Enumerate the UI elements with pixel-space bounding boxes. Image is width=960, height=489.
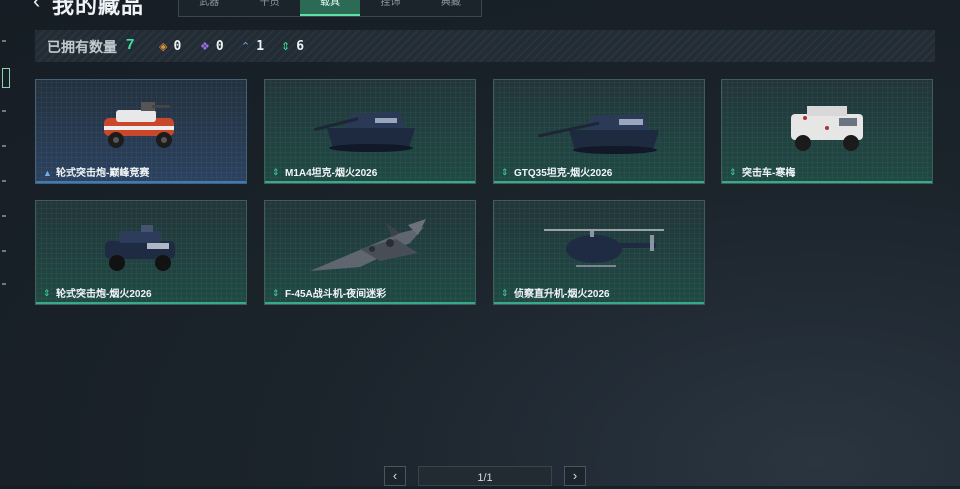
rarity-count-orange: ◈ 0 <box>159 39 181 54</box>
vehicle-card[interactable]: ⇕ F-45A战斗机-夜间迷彩 <box>264 200 476 305</box>
prev-page-button[interactable]: ‹ <box>384 466 406 486</box>
edge-tick <box>2 215 6 217</box>
f45a-fighter-jet-image <box>310 219 426 271</box>
tab-charms[interactable]: 挂饰 <box>360 0 420 16</box>
rarity-count-green: ⇕ 6 <box>281 39 304 54</box>
vehicle-card[interactable]: ▲ 轮式突击炮-巅峰竞赛 <box>35 79 247 184</box>
back-arrow-icon[interactable]: ‹ <box>33 0 40 14</box>
rarity-green-icon: ⇕ <box>729 167 737 177</box>
rarity-count-purple: ❖ 0 <box>200 39 224 54</box>
edge-tick <box>2 40 6 42</box>
rarity-green-icon: ⇕ <box>43 288 51 298</box>
rarity-count-value: 1 <box>256 39 265 54</box>
orange-diamond-icon: ◈ <box>159 41 168 53</box>
rarity-green-icon: ⇕ <box>501 167 509 177</box>
vehicle-card[interactable]: ⇕ 轮式突击炮-烟火2026 <box>35 200 247 305</box>
vehicle-name: GTQ35坦克-烟火2026 <box>514 168 613 179</box>
m1a4-tank-image <box>314 112 415 152</box>
rarity-green-icon: ⇕ <box>272 288 280 298</box>
gtq35-tank-image <box>538 114 659 154</box>
tab-weapons[interactable]: 武器 <box>179 0 239 16</box>
vehicle-name: 侦察直升机-烟火2026 <box>514 289 610 300</box>
rarity-green-icon: ⇕ <box>501 288 509 298</box>
vehicle-card[interactable]: ⇕ M1A4坦克-烟火2026 <box>264 79 476 184</box>
left-edge-strip <box>0 0 14 486</box>
edge-tick <box>2 110 6 112</box>
rarity-blue-icon: ▲ <box>43 168 52 178</box>
category-tabs: 武器 干员 载具 挂饰 典藏 <box>178 0 482 17</box>
edge-selected-marker <box>2 68 10 88</box>
page-indicator: 1/1 <box>418 466 552 486</box>
vehicle-card[interactable]: ⇕ GTQ35坦克-烟火2026 <box>493 79 705 184</box>
page-title: 我的藏品 <box>52 0 145 18</box>
vehicle-name: F-45A战斗机-夜间迷彩 <box>285 289 387 300</box>
wheeled-assault-gun-fireworks-image <box>105 225 175 271</box>
owned-count-total: 7 <box>126 36 135 53</box>
rarity-bar <box>265 181 475 183</box>
vehicle-name: 突击车-寒梅 <box>742 168 796 179</box>
tab-collection[interactable]: 典藏 <box>421 0 481 16</box>
header: ‹ 我的藏品 武器 干员 载具 挂饰 典藏 <box>0 0 960 22</box>
rarity-count-value: 6 <box>296 39 305 54</box>
owned-count-label: 已拥有数量 <box>47 39 117 55</box>
rarity-bar <box>265 302 475 304</box>
rarity-bar <box>36 302 246 304</box>
edge-tick <box>2 145 6 147</box>
vehicle-name: 轮式突击炮-烟火2026 <box>56 289 152 300</box>
owned-count-bar: 已拥有数量 7 ◈ 0 ❖ 0 ⌃ 1 ⇕ 6 <box>35 30 935 62</box>
rarity-bar <box>494 302 704 304</box>
rarity-green-icon: ⇕ <box>272 167 280 177</box>
tab-vehicles[interactable]: 载具 <box>299 0 361 16</box>
rarity-count-blue: ⌃ 1 <box>241 39 264 54</box>
green-chevron-icon: ⇕ <box>281 41 291 53</box>
vehicle-card[interactable]: ⇕ 侦察直升机-烟火2026 <box>493 200 705 305</box>
purple-diamond-icon: ❖ <box>200 41 210 53</box>
vehicle-card[interactable]: ⇕ 突击车-寒梅 <box>721 79 933 184</box>
edge-tick <box>2 283 6 285</box>
scout-helicopter-image <box>544 229 664 267</box>
rarity-bar <box>494 181 704 183</box>
rarity-count-value: 0 <box>173 39 182 54</box>
next-page-button[interactable]: › <box>564 466 586 486</box>
rarity-bar <box>36 181 246 183</box>
edge-tick <box>2 250 6 252</box>
tab-operators[interactable]: 干员 <box>239 0 299 16</box>
vehicle-name: 轮式突击炮-巅峰竞赛 <box>56 168 150 179</box>
rarity-bar <box>722 181 932 183</box>
blue-chevron-icon: ⌃ <box>241 41 251 53</box>
rarity-count-value: 0 <box>215 39 224 54</box>
pagination: ‹ 1/1 › <box>0 466 960 486</box>
assault-vehicle-image <box>791 106 863 151</box>
wheeled-assault-gun-image <box>104 102 174 148</box>
vehicle-name: M1A4坦克-烟火2026 <box>285 168 378 179</box>
edge-tick <box>2 180 6 182</box>
